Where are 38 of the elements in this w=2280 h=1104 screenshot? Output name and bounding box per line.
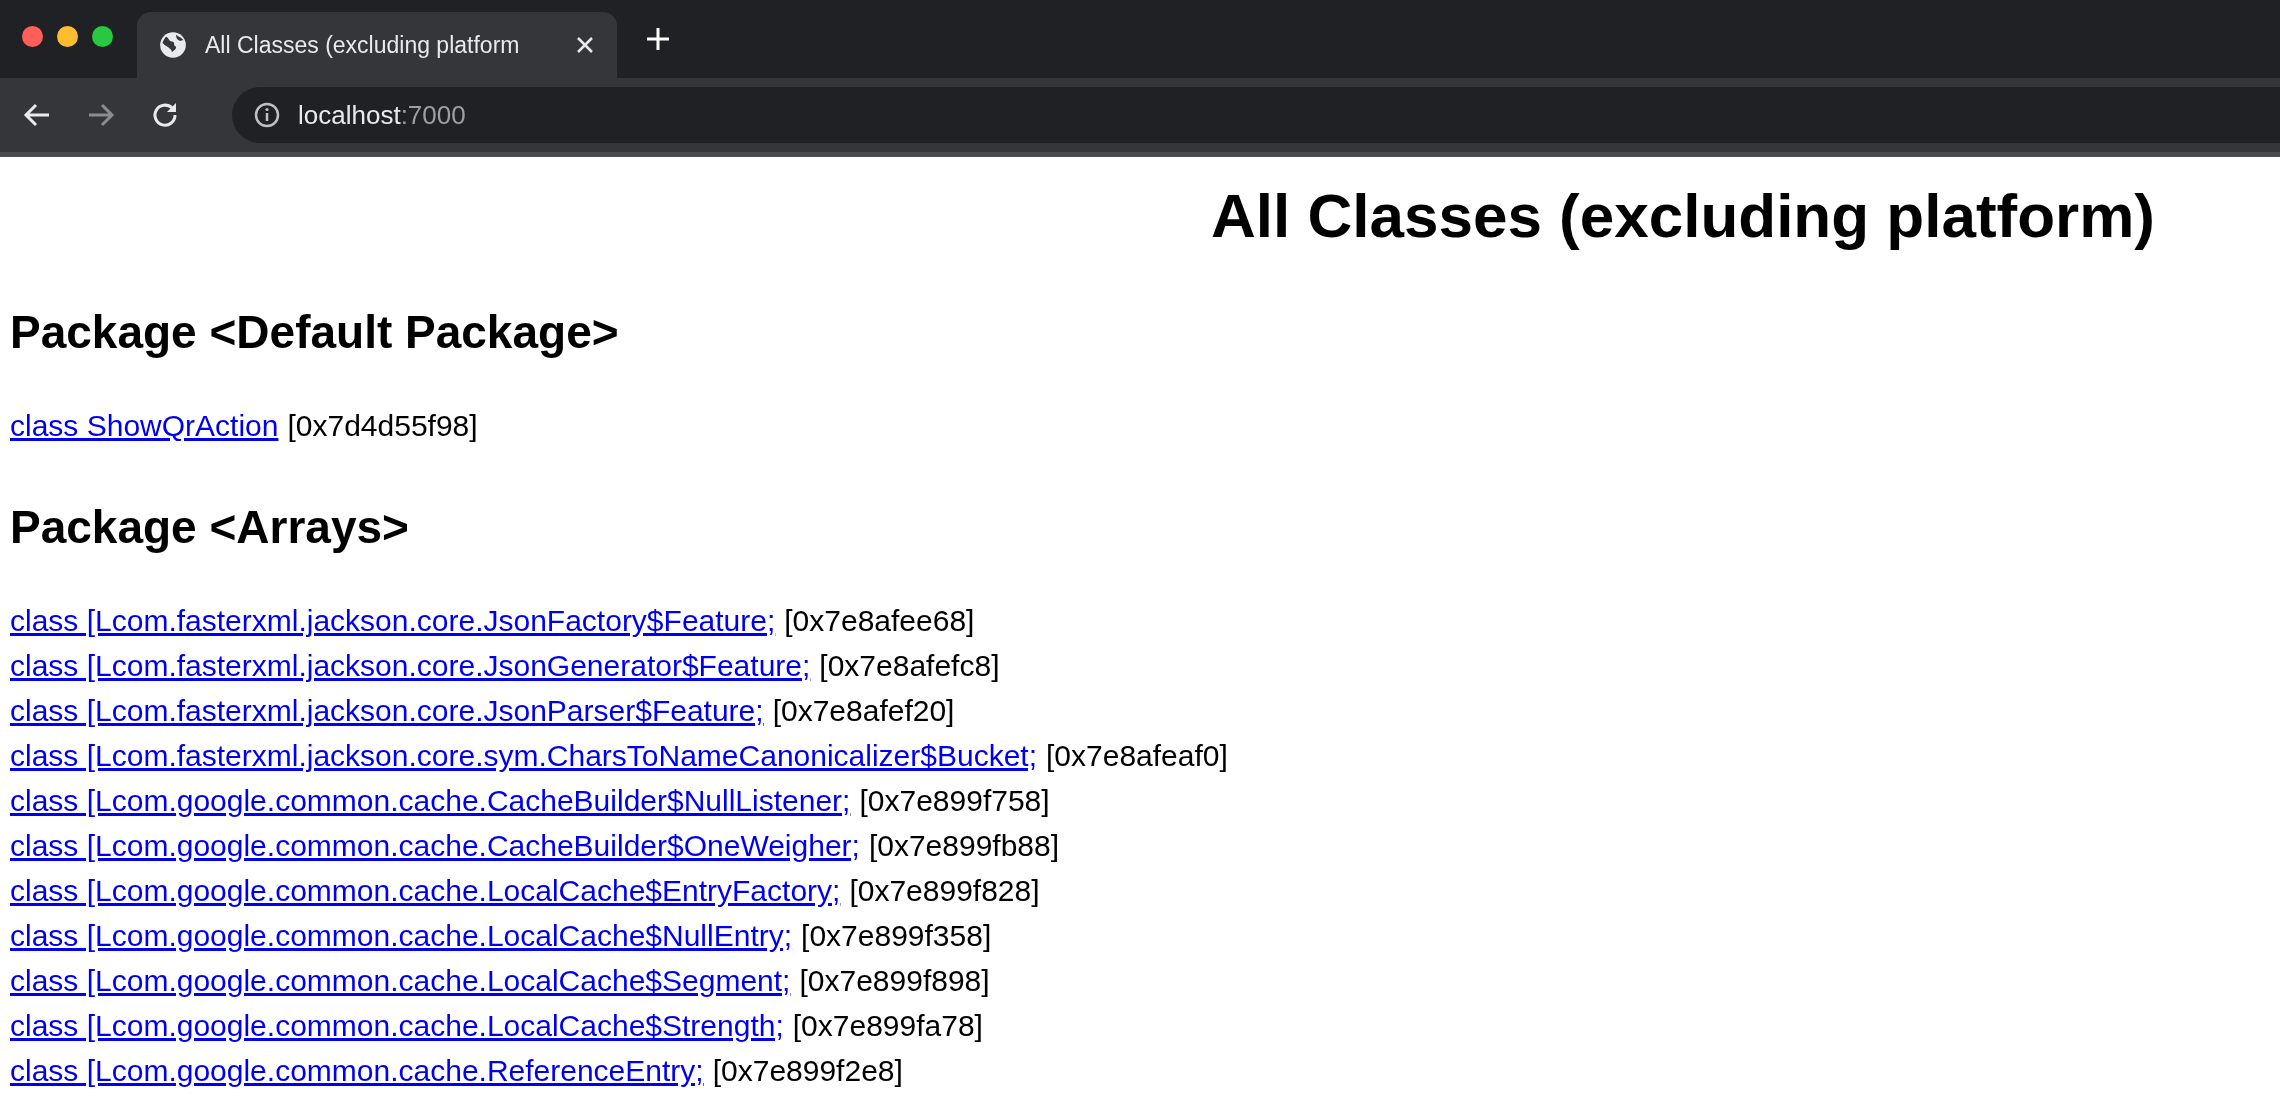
class-link[interactable]: class [Lcom.fasterxml.jackson.core.JsonParser$Feature; — [10, 688, 764, 733]
class-address: [0x7e899f358] — [801, 918, 992, 954]
class-link[interactable]: class [Lcom.google.common.cache.LocalCache$Segment; — [10, 958, 791, 1003]
class-link[interactable]: class [Lcom.google.common.cache.CacheBuilder$NullListener; — [10, 778, 851, 823]
close-tab-icon[interactable] — [575, 35, 595, 55]
class-address: [0x7e899fb88] — [868, 828, 1060, 864]
close-window-button[interactable] — [22, 25, 43, 47]
info-icon[interactable] — [254, 102, 280, 128]
page-title: All Classes (excluding platform) — [1210, 180, 2156, 252]
address-bar[interactable]: localhost:7000 — [232, 87, 2280, 143]
minimize-window-button[interactable] — [57, 25, 78, 47]
class-link[interactable]: class [Lcom.google.common.cache.CacheBuilder$OneWeigher; — [10, 823, 860, 868]
class-link[interactable]: class [Lcom.fasterxml.jackson.core.JsonFactory$Feature; — [10, 598, 776, 643]
class-link[interactable]: class [Lcom.fasterxml.jackson.core.JsonGenerator$Feature; — [10, 643, 811, 688]
zoom-window-button[interactable] — [92, 25, 113, 47]
class-address: [0x7e899f828] — [849, 873, 1040, 909]
class-link[interactable]: class [Lcom.google.common.cache.LocalCache$NullEntry; — [10, 913, 793, 958]
class-address: [0x7e8afeaf0] — [1046, 738, 1228, 774]
package-heading: Package <Arrays> — [10, 500, 410, 556]
class-address: [0x7e899f898] — [799, 963, 990, 999]
class-link[interactable]: class [Lcom.fasterxml.jackson.core.sym.CharsToNameCanonicalizer$Bucket; — [10, 733, 1038, 778]
class-address: [0x7e899f2e8] — [712, 1053, 903, 1089]
class-link[interactable]: class [Lcom.google.common.cache.LocalCache$Strength; — [10, 1003, 784, 1048]
class-link[interactable]: class [Lcom.google.common.cache.ReferenceEntry; — [10, 1048, 704, 1093]
package-heading: Package <Default Package> — [10, 305, 620, 361]
tab-title: All Classes (excluding platform — [205, 31, 521, 59]
globe-icon — [159, 31, 187, 59]
class-link[interactable]: class ShowQrAction — [10, 403, 279, 449]
class-link[interactable]: class [Lcom.google.common.cache.LocalCache$EntryFactory; — [10, 868, 841, 913]
class-address: [0x7e899fa78] — [792, 1008, 983, 1044]
new-tab-icon[interactable] — [645, 26, 671, 52]
class-address: [0x7e899f758] — [859, 783, 1050, 819]
url-text: localhost:7000 — [298, 99, 466, 131]
browser-tab[interactable]: All Classes (excluding platform — [137, 12, 617, 78]
class-address: [0x7d4d55f98] — [287, 408, 478, 445]
class-address: [0x7e8afee68] — [784, 603, 975, 639]
class-address: [0x7e8afef20] — [772, 693, 955, 729]
class-address: [0x7e8afefc8] — [819, 648, 1000, 684]
